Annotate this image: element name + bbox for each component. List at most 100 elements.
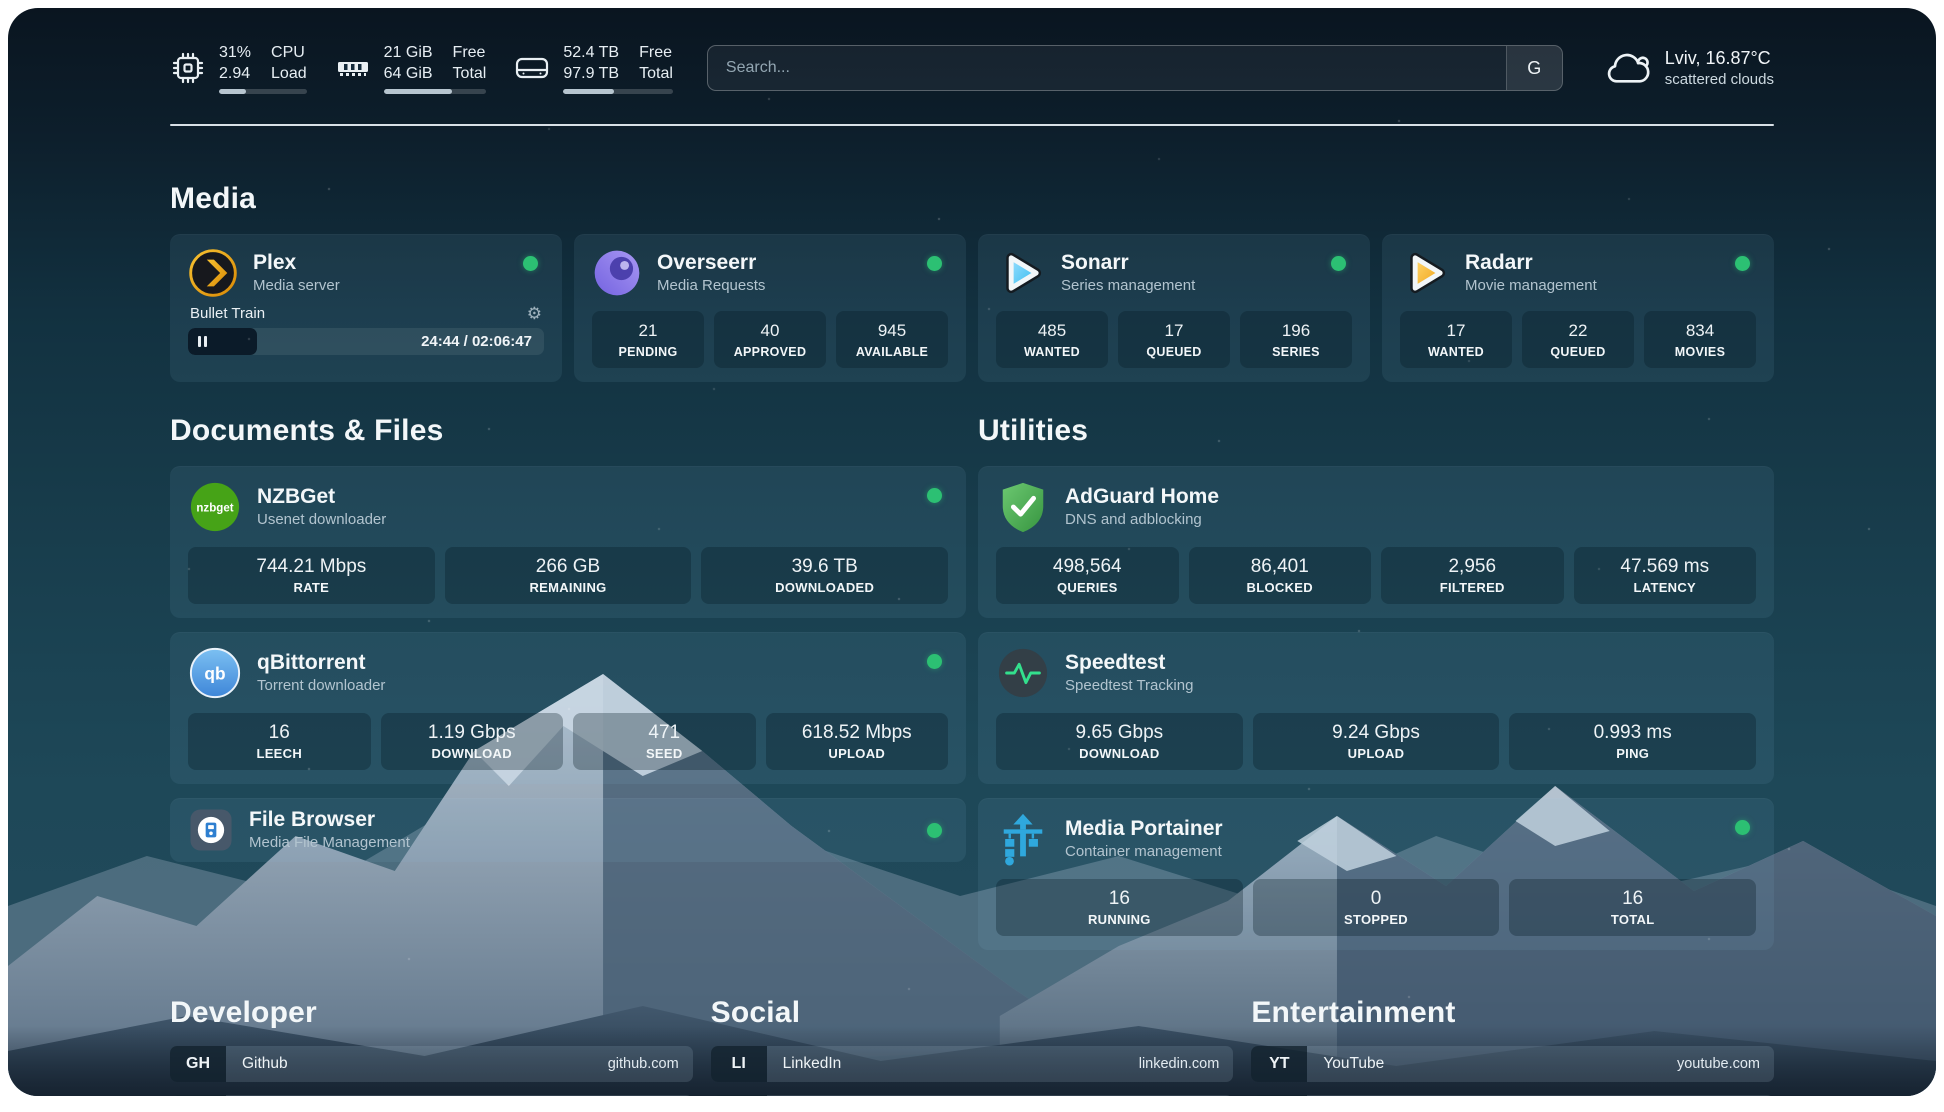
overseerr-card[interactable]: Overseerr Media Requests 21 PENDING 40 A… (574, 234, 966, 382)
speedtest-stat-ping: 0.993 ms PING (1509, 713, 1756, 770)
section-utilities: Utilities AdGuard Home (978, 414, 1774, 950)
weather-widget[interactable]: Lviv, 16.87°C scattered clouds (1603, 47, 1774, 89)
search-engine-button[interactable]: G (1506, 46, 1562, 90)
qbittorrent-title: qBittorrent (257, 650, 385, 676)
speedtest-icon (996, 646, 1050, 700)
overseerr-title: Overseerr (657, 250, 765, 276)
qbittorrent-card[interactable]: qb qBittorrent Torrent downloader 16 (170, 632, 966, 784)
cpu-load-label: Load (271, 63, 307, 84)
plex-status-dot (523, 256, 538, 271)
section-entertainment: Entertainment YT YouTube youtube.com NF … (1251, 996, 1774, 1096)
filebrowser-status-dot (927, 823, 942, 838)
nzbget-status-dot (927, 488, 942, 503)
speedtest-stat-upload: 9.24 Gbps UPLOAD (1253, 713, 1500, 770)
bookmark-github[interactable]: GH Github github.com (170, 1046, 693, 1082)
adguard-icon (996, 480, 1050, 534)
overseerr-stat-approved: 40 APPROVED (714, 311, 826, 368)
section-documents: Documents & Files nzbget NZBGet Usenet d… (170, 414, 966, 950)
ram-total-label: Total (453, 63, 487, 84)
portainer-desc: Container management (1065, 842, 1223, 862)
search-bar: G (707, 45, 1563, 91)
sonarr-status-dot (1331, 256, 1346, 271)
dashboard-window: 31% 2.94 CPU Load (8, 8, 1936, 1096)
disk-progress-fill (563, 89, 613, 94)
portainer-stat-total: 16 TOTAL (1509, 879, 1756, 936)
bookmark-stackoverflow[interactable]: SO StackOverflow stackoverflow.com (170, 1095, 693, 1096)
radarr-stat-movies: 834 MOVIES (1644, 311, 1756, 368)
nzbget-icon: nzbget (188, 480, 242, 534)
ram-total-value: 64 GiB (384, 63, 433, 84)
nzbget-stat-downloaded: 39.6 TB DOWNLOADED (701, 547, 948, 604)
speedtest-desc: Speedtest Tracking (1065, 676, 1193, 696)
sonarr-card[interactable]: Sonarr Series management 485 WANTED 17 Q… (978, 234, 1370, 382)
cpu-widget: 31% 2.94 CPU Load (170, 42, 307, 94)
bookmark-linkedin[interactable]: LI LinkedIn linkedin.com (711, 1046, 1234, 1082)
weather-condition: scattered clouds (1665, 70, 1774, 89)
adguard-stat-queries: 498,564 QUERIES (996, 547, 1179, 604)
bookmark-youtube[interactable]: YT YouTube youtube.com (1251, 1046, 1774, 1082)
sonarr-stat-wanted: 485 WANTED (996, 311, 1108, 368)
nzbget-desc: Usenet downloader (257, 510, 386, 530)
adguard-stat-filtered: 2,956 FILTERED (1381, 547, 1564, 604)
portainer-card[interactable]: Media Portainer Container management 16 … (978, 798, 1774, 950)
bookmark-netflix[interactable]: NF Netflix netflix.com (1251, 1095, 1774, 1096)
disk-free-value: 52.4 TB (563, 42, 619, 63)
cpu-label: CPU (271, 42, 307, 63)
svg-text:qb: qb (204, 663, 225, 683)
cpu-progress-track (219, 89, 307, 94)
plex-card[interactable]: Plex Media server Bullet Train ⚙ (170, 234, 562, 382)
cpu-progress-fill (219, 89, 246, 94)
portainer-icon (996, 812, 1050, 866)
weather-location-temp: Lviv, 16.87°C (1665, 47, 1774, 70)
plex-player-bar[interactable]: 24:44 / 02:06:47 (188, 328, 544, 355)
ram-free-label: Free (453, 42, 487, 63)
adguard-card[interactable]: AdGuard Home DNS and adblocking 498,564 … (978, 466, 1774, 618)
header-divider (170, 124, 1774, 126)
speedtest-title: Speedtest (1065, 650, 1193, 676)
plex-icon (188, 248, 238, 298)
pause-icon (198, 336, 201, 347)
ram-widget: 21 GiB 64 GiB Free Total (335, 42, 487, 94)
search-engine-label: G (1527, 58, 1541, 79)
developer-section-title: Developer (170, 996, 693, 1030)
qbittorrent-desc: Torrent downloader (257, 676, 385, 696)
adguard-stat-latency: 47.569 ms LATENCY (1574, 547, 1757, 604)
qbittorrent-stat-download: 1.19 Gbps DOWNLOAD (381, 713, 564, 770)
portainer-stat-stopped: 0 STOPPED (1253, 879, 1500, 936)
sonarr-stat-series: 196 SERIES (1240, 311, 1352, 368)
overseerr-stat-available: 945 AVAILABLE (836, 311, 948, 368)
disk-total-label: Total (639, 63, 673, 84)
gear-icon[interactable]: ⚙ (527, 305, 542, 322)
qbittorrent-status-dot (927, 654, 942, 669)
media-section-title: Media (170, 182, 1774, 216)
speedtest-stat-download: 9.65 Gbps DOWNLOAD (996, 713, 1243, 770)
cpu-load-value: 2.94 (219, 63, 251, 84)
portainer-title: Media Portainer (1065, 816, 1223, 842)
speedtest-card[interactable]: Speedtest Speedtest Tracking 9.65 Gbps D… (978, 632, 1774, 784)
adguard-title: AdGuard Home (1065, 484, 1219, 510)
qbittorrent-stat-seed: 471 SEED (573, 713, 756, 770)
sonarr-icon (996, 248, 1046, 298)
svg-text:nzbget: nzbget (196, 502, 233, 514)
disk-free-label: Free (639, 42, 673, 63)
filebrowser-card[interactable]: File Browser Media File Management (170, 798, 966, 862)
bookmark-twitter[interactable]: TW Twitter twitter.com (711, 1095, 1234, 1096)
filebrowser-icon (188, 807, 234, 853)
section-social: Social LI LinkedIn linkedin.com TW Twitt… (711, 996, 1234, 1096)
utilities-section-title: Utilities (978, 414, 1774, 448)
system-stats: 31% 2.94 CPU Load (170, 42, 673, 94)
now-playing-title: Bullet Train (190, 305, 265, 322)
nzbget-card[interactable]: nzbget NZBGet Usenet downloader 744.21 M… (170, 466, 966, 618)
radarr-status-dot (1735, 256, 1750, 271)
nzbget-title: NZBGet (257, 484, 386, 510)
search-input[interactable] (708, 46, 1506, 90)
radarr-stat-wanted: 17 WANTED (1400, 311, 1512, 368)
sonarr-stat-queued: 17 QUEUED (1118, 311, 1230, 368)
qbittorrent-icon: qb (188, 646, 242, 700)
radarr-icon (1400, 248, 1450, 298)
entertainment-section-title: Entertainment (1251, 996, 1774, 1030)
radarr-card[interactable]: Radarr Movie management 17 WANTED 22 QUE… (1382, 234, 1774, 382)
adguard-stat-blocked: 86,401 BLOCKED (1189, 547, 1372, 604)
cpu-icon (170, 50, 206, 86)
disk-icon (514, 50, 550, 86)
